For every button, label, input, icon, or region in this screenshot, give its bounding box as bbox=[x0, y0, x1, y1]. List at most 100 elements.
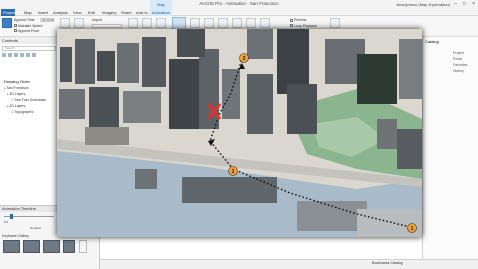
tower bbox=[177, 29, 205, 57]
layer-label: Topographic bbox=[14, 110, 34, 114]
title-bar: ArcGIS Pro - Animation - San Francisco M… bbox=[0, 0, 478, 9]
keyframe-thumb[interactable] bbox=[63, 240, 75, 253]
building bbox=[399, 39, 422, 99]
waypoint-1[interactable]: 1 bbox=[407, 223, 417, 233]
drawing-order-heading: Drawing Order bbox=[4, 79, 31, 84]
layer-downtown[interactable]: ☑ San Fran Downtown bbox=[11, 98, 46, 102]
edit-icon[interactable] bbox=[26, 53, 30, 57]
tab-view[interactable]: View bbox=[71, 9, 84, 16]
catalog-title: Catalog bbox=[425, 39, 439, 44]
building bbox=[97, 51, 115, 81]
timeline-time: 0.0 bbox=[4, 220, 9, 224]
preview-checkbox[interactable] bbox=[290, 19, 293, 22]
layer-tool-icon[interactable] bbox=[232, 18, 242, 28]
layer-group-2d[interactable]: ▸ 2D Layers bbox=[7, 104, 25, 108]
playback-icon[interactable] bbox=[128, 18, 138, 28]
loop-label: Loop Playback bbox=[294, 23, 317, 28]
tab-analysis[interactable]: Analysis bbox=[51, 9, 70, 16]
tab-map[interactable]: Map bbox=[22, 9, 34, 16]
catalog-project[interactable]: Project bbox=[453, 51, 464, 55]
keyframe-thumb[interactable] bbox=[43, 240, 60, 253]
catalog-favorites[interactable]: Favorites bbox=[453, 63, 467, 67]
tab-animation[interactable]: Animation bbox=[150, 9, 172, 16]
movie-export-button[interactable] bbox=[330, 18, 340, 28]
keyframe-gallery-label: Keyframe Gallery bbox=[2, 234, 30, 238]
overlay-tool-icon[interactable] bbox=[204, 18, 214, 28]
append-icon[interactable] bbox=[2, 18, 12, 28]
map-name: San Francisco bbox=[6, 86, 29, 90]
catalog-pane: Catalog Project Portal Favorites History bbox=[422, 37, 478, 259]
text-tool-icon[interactable] bbox=[246, 18, 256, 28]
bottom-pane-tabs[interactable]: Bookmarks Catalog bbox=[372, 261, 403, 265]
list-icon[interactable] bbox=[8, 53, 12, 57]
preview-label: Preview bbox=[294, 18, 307, 22]
playback-settings-icon[interactable] bbox=[142, 18, 152, 28]
building bbox=[377, 119, 397, 149]
pier-small bbox=[135, 169, 157, 189]
tab-project[interactable]: Project bbox=[1, 9, 15, 16]
building bbox=[397, 129, 422, 169]
loop-checkbox[interactable] bbox=[290, 24, 293, 27]
append-time-field[interactable]: 00:03:00 bbox=[40, 18, 54, 22]
building bbox=[75, 39, 95, 84]
keyframe-thumb[interactable] bbox=[3, 240, 20, 253]
image-tool-icon[interactable] bbox=[260, 18, 270, 28]
tower bbox=[287, 84, 317, 134]
create-keyframe-button[interactable] bbox=[60, 18, 70, 28]
maintain-speed-checkbox[interactable] bbox=[14, 24, 17, 27]
waypoint-3[interactable]: 3 bbox=[239, 53, 249, 63]
update-keyframe-button[interactable] bbox=[74, 18, 84, 28]
timing-icon[interactable] bbox=[156, 18, 166, 28]
map-view[interactable]: 3 2 1 bbox=[57, 29, 422, 237]
add-keyframe-button[interactable] bbox=[79, 240, 87, 253]
tab-edit[interactable]: Edit bbox=[86, 9, 97, 16]
view-tool-icon[interactable] bbox=[190, 18, 200, 28]
append-front-checkbox[interactable] bbox=[14, 29, 17, 32]
contents-header: Contents bbox=[0, 37, 58, 44]
building bbox=[60, 47, 72, 82]
maximize-icon[interactable]: □ bbox=[460, 0, 469, 9]
contents-search-input[interactable]: Search bbox=[2, 46, 56, 51]
filter-icon[interactable] bbox=[2, 53, 6, 57]
user-label[interactable]: Anonymous (Map Exploration) bbox=[396, 2, 450, 7]
catalog-portal[interactable]: Portal bbox=[453, 57, 462, 61]
tower bbox=[247, 74, 273, 134]
building bbox=[123, 91, 161, 123]
building bbox=[85, 127, 129, 145]
layer-group-3d[interactable]: ▸ 3D Layers bbox=[7, 92, 25, 96]
waypoint-2[interactable]: 2 bbox=[228, 166, 238, 176]
append-front-label: Append Front bbox=[18, 28, 40, 33]
keyframe-thumb[interactable] bbox=[23, 240, 40, 253]
close-icon[interactable]: × bbox=[469, 0, 478, 9]
layer-label: 3D Layers bbox=[9, 92, 26, 96]
layer-topographic[interactable]: ☑ Topographic bbox=[11, 110, 34, 114]
layer-label: 2D Layers bbox=[9, 104, 26, 108]
tab-imagery[interactable]: Imagery bbox=[100, 9, 118, 16]
timeline-duration: Duration bbox=[30, 226, 42, 230]
contents-pane: Contents Search Drawing Order ▸ San Fran… bbox=[0, 37, 58, 205]
tab-insert[interactable]: Insert bbox=[36, 9, 50, 16]
import-label[interactable]: Import bbox=[92, 18, 102, 22]
status-bar bbox=[100, 259, 478, 269]
ribbon-tabs: Project Map Insert Analysis View Edit Im… bbox=[0, 9, 478, 16]
building bbox=[142, 37, 166, 87]
building bbox=[117, 43, 139, 83]
append-time-label: Append Time bbox=[14, 18, 35, 22]
source-icon[interactable] bbox=[14, 53, 18, 57]
map-svg[interactable]: 3 2 1 bbox=[57, 29, 422, 237]
export-tool-icon[interactable] bbox=[218, 18, 228, 28]
waypoint-label: 3 bbox=[243, 56, 246, 62]
waypoint-label: 1 bbox=[411, 226, 414, 232]
snap-icon[interactable] bbox=[32, 53, 36, 57]
timeline-playhead[interactable] bbox=[10, 214, 13, 219]
bridge-deck bbox=[357, 209, 422, 237]
contextual-tab-map[interactable]: Map bbox=[150, 0, 172, 9]
selection-icon[interactable] bbox=[20, 53, 24, 57]
minimize-icon[interactable]: – bbox=[451, 0, 460, 9]
map-item[interactable]: ▸ San Francisco bbox=[4, 86, 29, 90]
tab-share[interactable]: Share bbox=[119, 9, 134, 16]
import-dropdown[interactable] bbox=[92, 24, 122, 28]
catalog-history[interactable]: History bbox=[453, 69, 464, 73]
tab-add-in[interactable]: Add-In bbox=[134, 9, 150, 16]
maintain-speed-label: Maintain Speed bbox=[18, 23, 43, 28]
